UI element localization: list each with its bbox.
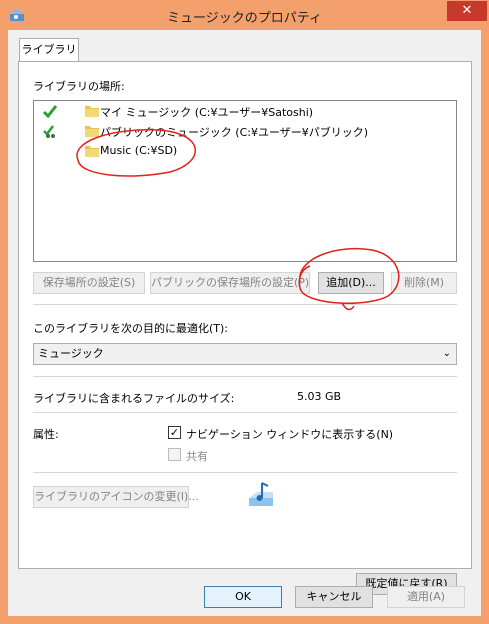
dialog-client: ライブラリ ライブラリの場所: マイ ミュージック (C:¥ユーザー¥Satos… <box>8 30 481 616</box>
tab-library[interactable]: ライブラリ <box>19 38 79 62</box>
add-location-button[interactable]: 追加(D)... <box>318 272 384 294</box>
folder-icon <box>85 146 99 157</box>
library-panel: ライブラリの場所: マイ ミュージック (C:¥ユーザー¥Satoshi) パブ… <box>18 61 472 595</box>
attributes-label: 属性: <box>33 428 59 441</box>
divider <box>33 412 457 413</box>
folder-icon <box>85 126 99 137</box>
list-item[interactable]: Music (C:¥SD) <box>34 141 456 161</box>
show-in-nav-checkbox[interactable]: ✓ <box>168 426 181 439</box>
list-item-label: Music (C:¥SD) <box>100 144 178 157</box>
optimize-label: このライブラリを次の目的に最適化(T): <box>33 322 229 335</box>
title-bar: ミュージックのプロパティ ✕ <box>0 0 489 30</box>
change-library-icon-button[interactable]: ライブラリのアイコンの変更(I)... <box>33 486 199 508</box>
shared-checkbox[interactable] <box>168 448 181 461</box>
library-locations-label: ライブラリの場所: <box>33 80 125 93</box>
folder-icon <box>85 106 99 117</box>
chevron-down-icon: ⌄ <box>442 348 451 359</box>
shared-label: 共有 <box>186 450 208 463</box>
close-button[interactable]: ✕ <box>447 1 487 21</box>
public-checkmark-icon <box>43 125 55 138</box>
remove-location-button[interactable]: 削除(M) <box>391 272 457 294</box>
divider <box>33 472 457 473</box>
show-in-nav-label: ナビゲーション ウィンドウに表示する(N) <box>186 428 394 441</box>
divider <box>33 376 457 377</box>
optimize-select[interactable]: ミュージック ⌄ <box>33 343 457 365</box>
library-locations-list[interactable]: マイ ミュージック (C:¥ユーザー¥Satoshi) パブリックのミュージック… <box>33 100 457 262</box>
library-size-value: 5.03 GB <box>297 390 342 403</box>
window-title: ミュージックのプロパティ <box>167 11 322 26</box>
ok-button[interactable]: OK <box>204 586 282 608</box>
list-item-label: パブリックのミュージック (C:¥ユーザー¥パブリック) <box>100 126 369 139</box>
library-size-label: ライブラリに含まれるファイルのサイズ: <box>33 392 235 405</box>
set-public-save-location-button[interactable]: パブリックの保存場所の設定(P) <box>150 272 310 294</box>
checkmark-icon <box>42 105 58 119</box>
optimize-selected-value: ミュージック <box>38 347 104 360</box>
list-item[interactable]: パブリックのミュージック (C:¥ユーザー¥パブリック) <box>34 121 456 141</box>
divider <box>33 304 457 305</box>
cancel-button[interactable]: キャンセル <box>295 586 373 608</box>
list-item[interactable]: マイ ミュージック (C:¥ユーザー¥Satoshi) <box>34 101 456 121</box>
set-save-location-button[interactable]: 保存場所の設定(S) <box>33 272 145 294</box>
apply-button[interactable]: 適用(A) <box>387 586 465 608</box>
list-item-label: マイ ミュージック (C:¥ユーザー¥Satoshi) <box>100 106 314 119</box>
music-library-icon <box>249 482 273 506</box>
